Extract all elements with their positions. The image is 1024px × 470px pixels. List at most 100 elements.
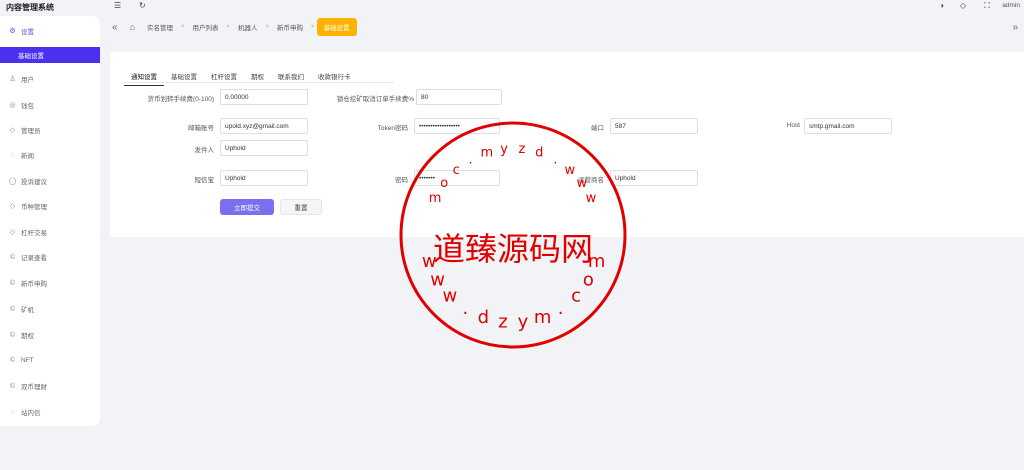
miner-fee-input[interactable]	[416, 89, 502, 105]
diamond-icon: ◇	[9, 203, 16, 210]
sidebar-item-10[interactable]: © 新币申购	[0, 275, 100, 291]
stamp-ring-char: w	[443, 285, 458, 306]
host-label: Host	[786, 122, 800, 129]
coin-icon: ©	[9, 305, 16, 313]
stamp-ring-char: d	[535, 146, 543, 161]
sidebar-item-14[interactable]: © 双币理财	[0, 378, 100, 394]
sidebar-item-4[interactable]: ◇ 管理员	[0, 122, 100, 138]
sidebar-menu: ⚙ 设置 基础设置 ♙ 用户 ◎ 钱包 ◇ 管理员 ◌ 新闻 ◯ 投诉建议 ◇ 币种管理 ◇ 杠杆交易 © 记录查看…	[0, 16, 100, 426]
reset-button[interactable]: 重置	[280, 199, 322, 215]
miner-fee-label: 锁仓挖矿取消订单手续费%	[336, 96, 414, 103]
submit-button[interactable]: 立即提交	[220, 199, 274, 215]
settings-subtabs: 通知设置 基础设置 杠杆设置 期权 联系我们 收款银行卡	[124, 69, 358, 86]
fullscreen-icon[interactable]: ⛶	[984, 1, 990, 11]
stamp-ring-char: .	[469, 153, 473, 168]
sidebar-item-label: 矿机	[21, 307, 34, 314]
sidebar-item-9[interactable]: © 记录查看	[0, 249, 100, 265]
email-label: 邮箱账号	[188, 125, 214, 132]
wallet-icon: ◎	[9, 102, 16, 109]
diamond-icon: ◇	[9, 229, 16, 236]
subtab-5[interactable]: 收款银行卡	[311, 69, 358, 86]
tabs-scroll-right-icon[interactable]: »	[1012, 22, 1018, 33]
stamp-ring-char: c	[453, 163, 460, 178]
tabs-bar: « ⌂ 实名管理 × 用户列表 × 机器人 × 新币申购 × 基础设置 »	[100, 16, 1024, 38]
sidebar-item-label: 管理员	[21, 128, 41, 135]
sidebar-item-1[interactable]: 基础设置	[0, 47, 100, 63]
transfer-fee-input[interactable]	[220, 89, 308, 105]
top-bar: ☰ ↻ ◑ ◇ ⛶ admin	[100, 0, 1024, 14]
stamp-ring-char: w	[576, 176, 587, 191]
sidebar-item-label: 杠杆交易	[21, 230, 47, 237]
tab-1[interactable]: 用户列表	[187, 18, 225, 36]
sidebar-item-7[interactable]: ◇ 币种管理	[0, 198, 100, 214]
sidebar-item-0[interactable]: ⚙ 设置	[0, 23, 100, 39]
tab-2[interactable]: 机器人	[232, 18, 264, 36]
stamp-ring-char: .	[553, 153, 557, 168]
sms-label: 短信宝	[194, 177, 215, 184]
sidebar-item-3[interactable]: ◎ 钱包	[0, 97, 100, 113]
coin-icon: ©	[9, 382, 16, 390]
subtab-0[interactable]: 通知设置	[124, 69, 164, 86]
user-icon: ♙	[9, 76, 16, 83]
email-input[interactable]	[220, 118, 308, 134]
tabs-scroll-left-icon[interactable]: «	[112, 22, 118, 33]
sidebar-item-15[interactable]: ◌ 站内信	[0, 404, 100, 420]
stamp-ring-char: m	[534, 307, 552, 328]
tab-close-icon[interactable]: ×	[309, 24, 317, 30]
sidebar-item-label: NFT	[21, 356, 34, 364]
sidebar-item-12[interactable]: © 期权	[0, 327, 100, 343]
chat-icon: ◯	[8, 178, 17, 185]
tab-4[interactable]: 基础设置	[316, 18, 357, 36]
sidebar-item-2[interactable]: ♙ 用户	[0, 71, 100, 87]
sidebar-item-label: 基础设置	[18, 53, 44, 60]
sidebar-item-label: 用户	[21, 77, 34, 84]
tab-0[interactable]: 实名管理	[141, 18, 179, 36]
stamp-ring-char: w	[564, 163, 575, 178]
stamp-ring-char: y	[518, 311, 529, 332]
tab-list: 实名管理 × 用户列表 × 机器人 × 新币申购 × 基础设置	[141, 18, 357, 36]
sidebar-item-11[interactable]: © 矿机	[0, 301, 100, 317]
tab-3[interactable]: 新币申购	[271, 18, 309, 36]
refresh-icon[interactable]: ↻	[139, 1, 146, 10]
stamp-ring-char: w	[586, 191, 597, 206]
admin-user[interactable]: admin	[1002, 2, 1020, 9]
token-label: Token密码	[377, 125, 408, 132]
tab-close-icon[interactable]: ×	[225, 24, 233, 30]
sidebar-item-5[interactable]: ◌ 新闻	[0, 147, 100, 163]
stamp-ring-char: m	[429, 191, 442, 206]
tab-close-icon[interactable]: ×	[264, 24, 272, 30]
sidebar-item-13[interactable]: © NFT	[0, 352, 100, 368]
menu-toggle-icon[interactable]: ☰	[114, 1, 121, 10]
sidebar-item-label: 期权	[21, 333, 34, 340]
subtab-4[interactable]: 联系我们	[271, 69, 311, 86]
stamp-ring-char: .	[558, 298, 564, 319]
host-input[interactable]	[804, 118, 892, 134]
app-title: 内容管理系统	[6, 3, 54, 12]
sidebar-item-6[interactable]: ◯ 投诉建议	[0, 173, 100, 189]
sidebar: 内容管理系统 ⚙ 设置基础设置 ♙ 用户 ◎ 钱包 ◇ 管理员 ◌ 新闻 ◯ 投诉建议 ◇ 币种管理 ◇ 杠杆…	[0, 0, 100, 470]
shield-icon: ◇	[9, 127, 16, 134]
stamp-center-text: 道臻源码网	[433, 230, 593, 268]
sidebar-item-label: 钱包	[21, 103, 34, 110]
home-icon[interactable]: ⌂	[130, 22, 135, 32]
sidebar-item-label: 记录查看	[21, 255, 47, 262]
tag-icon[interactable]: ◇	[960, 1, 966, 10]
stamp-ring-char: c	[571, 285, 581, 306]
sender-label: 发件人	[194, 147, 215, 154]
stamp-ring-char: m	[480, 146, 493, 161]
transfer-fee-label: 货币划转手续费(0-100)	[147, 96, 214, 103]
sidebar-item-label: 新币申购	[21, 281, 47, 288]
subtab-3[interactable]: 期权	[244, 69, 271, 86]
coin-icon: ©	[9, 331, 16, 339]
sidebar-item-label: 双币理财	[21, 384, 47, 391]
palette-icon[interactable]: ◑	[939, 1, 944, 10]
sidebar-item-8[interactable]: ◇ 杠杆交易	[0, 224, 100, 240]
sender-input[interactable]	[220, 140, 308, 156]
subtab-2[interactable]: 杠杆设置	[204, 69, 244, 86]
sidebar-item-label: 币种管理	[21, 204, 47, 211]
stamp-ring-char: o	[440, 176, 448, 191]
stamp-ring-text-bottom: www.dzym.com	[429, 142, 597, 206]
tab-close-icon[interactable]: ×	[179, 24, 187, 30]
sms-input[interactable]	[220, 170, 308, 186]
subtab-1[interactable]: 基础设置	[164, 69, 204, 86]
